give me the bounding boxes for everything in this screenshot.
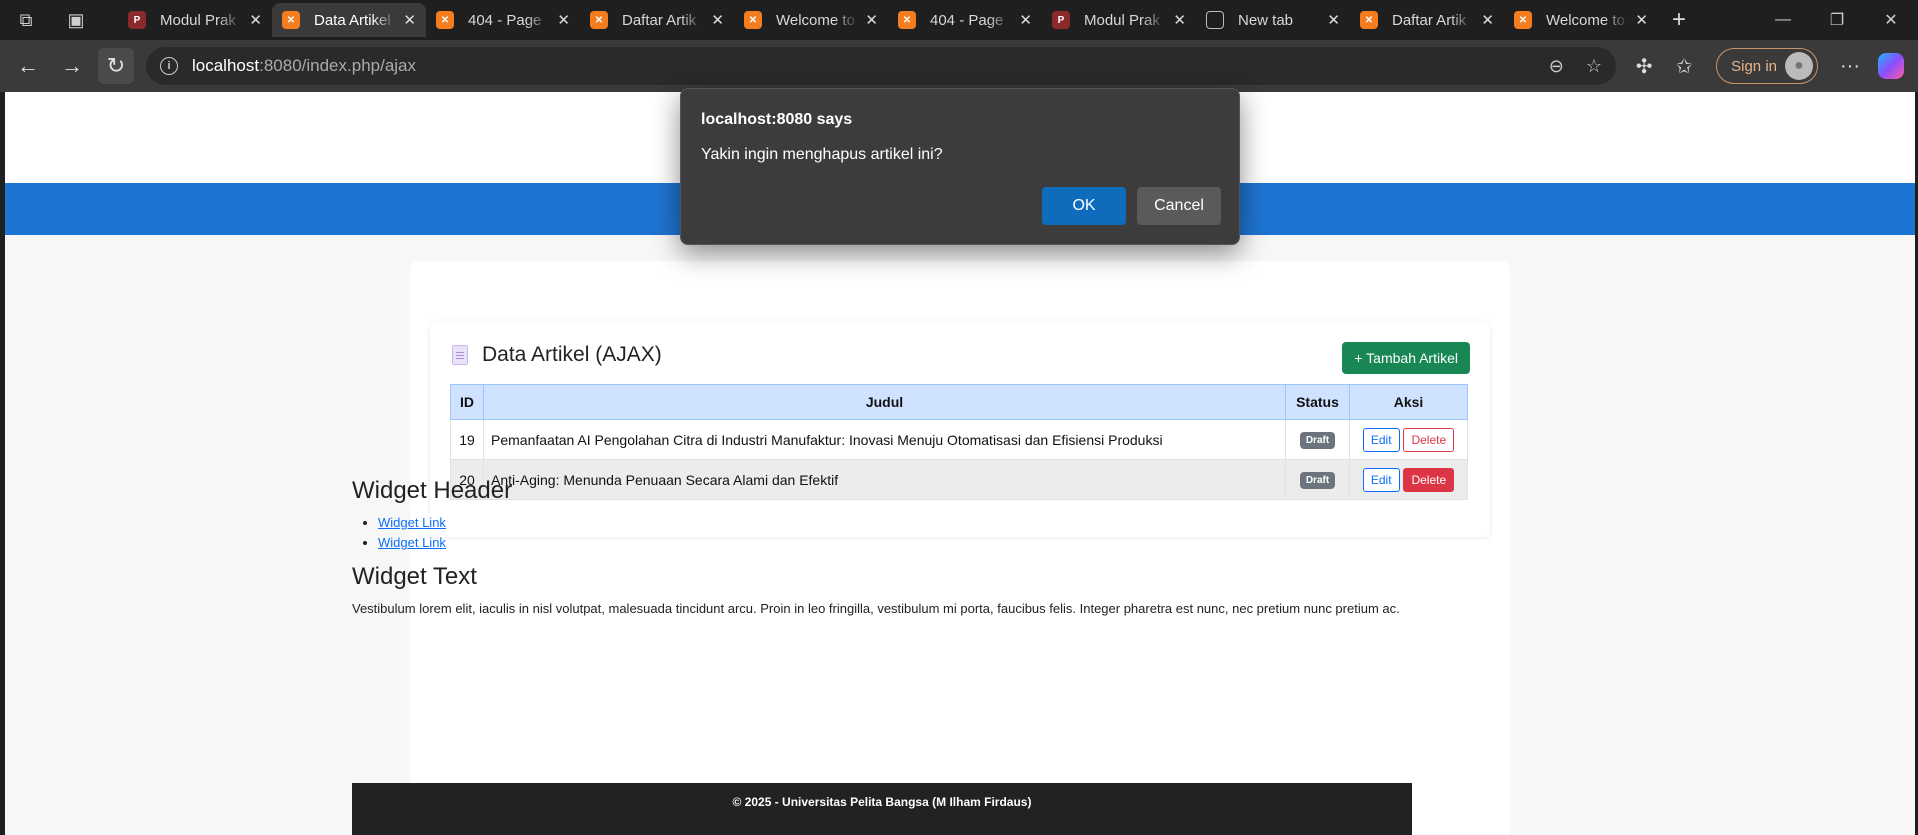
site-info-icon[interactable]: i xyxy=(160,57,178,75)
close-tab-icon[interactable]: ✕ xyxy=(711,11,724,29)
cell-id: 19 xyxy=(450,419,484,460)
widget-link-list: Widget Link Widget Link xyxy=(378,513,1412,553)
tab[interactable]: ✕ 404 - Page ✕ xyxy=(426,3,580,37)
add-article-button[interactable]: + Tambah Artikel xyxy=(1342,342,1470,374)
window-controls: — ❐ ✕ xyxy=(1756,0,1918,40)
status-badge: Draft xyxy=(1299,432,1336,449)
url-host: localhost xyxy=(192,56,260,75)
widget-link[interactable]: Widget Link xyxy=(378,535,446,550)
list-item: Widget Link xyxy=(378,513,1412,533)
close-tab-icon[interactable]: ✕ xyxy=(1327,11,1340,29)
col-id: ID xyxy=(450,384,484,420)
table-row: 19 Pemanfaatan AI Pengolahan Citra di In… xyxy=(450,419,1468,460)
close-tab-icon[interactable]: ✕ xyxy=(403,11,416,29)
col-aksi: Aksi xyxy=(1349,384,1468,420)
avatar-icon: ● xyxy=(1785,52,1813,80)
favorite-star-icon[interactable]: ☆ xyxy=(1586,56,1602,77)
close-tab-icon[interactable]: ✕ xyxy=(249,11,262,29)
xampp-icon: ✕ xyxy=(282,11,300,29)
tab[interactable]: ✕ 404 - Page ✕ xyxy=(888,3,1042,37)
reload-icon[interactable]: ↻ xyxy=(98,48,134,84)
widget-text-title: Widget Text xyxy=(352,563,477,590)
widget-text-body: Vestibulum lorem elit, iaculis in nisl v… xyxy=(352,601,1400,616)
navigation-bar: ← → ↻ i localhost:8080/index.php/ajax ⊖ … xyxy=(0,40,1918,92)
xampp-icon: ✕ xyxy=(898,11,916,29)
edit-button[interactable]: Edit xyxy=(1362,427,1400,452)
widget-header-title: Widget Header xyxy=(352,477,513,504)
more-options-icon[interactable]: ··· xyxy=(1830,55,1870,78)
xampp-icon: ✕ xyxy=(744,11,762,29)
back-icon[interactable]: ← xyxy=(10,48,46,84)
xampp-icon: ✕ xyxy=(590,11,608,29)
tab[interactable]: ✕ Welcome to ✕ xyxy=(734,3,888,37)
col-judul: Judul xyxy=(483,384,1286,420)
vertical-tabs-icon[interactable]: ▣ xyxy=(58,2,94,38)
list-item: Widget Link xyxy=(378,533,1412,553)
url-path: :8080/index.php/ajax xyxy=(259,56,417,75)
favorites-icon[interactable]: ✩ xyxy=(1664,54,1704,79)
delete-button[interactable]: Delete xyxy=(1403,427,1455,452)
col-status: Status xyxy=(1285,384,1350,420)
new-tab-icon[interactable]: + xyxy=(1672,6,1686,34)
newtab-icon xyxy=(1206,11,1224,29)
cell-aksi: Edit Delete xyxy=(1349,419,1468,460)
close-tab-icon[interactable]: ✕ xyxy=(1635,11,1648,29)
tab-strip: P Modul Prak ✕ ✕ Data Artikel ✕ ✕ 404 - Page ✕… xyxy=(118,0,1686,40)
pdf-icon: P xyxy=(128,11,146,29)
tab[interactable]: ✕ Welcome to ✕ xyxy=(1504,3,1658,37)
site-footer: © 2025 - Universitas Pelita Bangsa (M Il… xyxy=(352,783,1412,835)
tab[interactable]: New tab ✕ xyxy=(1196,3,1350,37)
widget-area: Widget Header Widget Link Widget Link Wi… xyxy=(352,477,1412,619)
ok-button[interactable]: OK xyxy=(1042,187,1126,225)
dialog-title: localhost:8080 says xyxy=(701,111,853,128)
confirm-dialog: localhost:8080 says Yakin ingin menghapu… xyxy=(680,88,1240,245)
close-tab-icon[interactable]: ✕ xyxy=(557,11,570,29)
document-icon xyxy=(452,345,468,365)
tab[interactable]: ✕ Daftar Artik ✕ xyxy=(1350,3,1504,37)
pdf-icon: P xyxy=(1052,11,1070,29)
restore-icon[interactable]: ❐ xyxy=(1810,0,1864,40)
close-window-icon[interactable]: ✕ xyxy=(1864,0,1918,40)
cancel-button[interactable]: Cancel xyxy=(1137,187,1221,225)
xampp-icon: ✕ xyxy=(1514,11,1532,29)
address-bar[interactable]: i localhost:8080/index.php/ajax ⊖ ☆ xyxy=(146,47,1616,85)
tab[interactable]: ✕ Daftar Artik ✕ xyxy=(580,3,734,37)
widget-link[interactable]: Widget Link xyxy=(378,515,446,530)
tab-bar: ⧉ ▣ P Modul Prak ✕ ✕ Data Artikel ✕ ✕ 404 - P… xyxy=(0,0,1918,40)
sign-in-button[interactable]: Sign in ● xyxy=(1716,48,1818,84)
minimize-icon[interactable]: — xyxy=(1756,0,1810,40)
cell-judul: Pemanfaatan AI Pengolahan Citra di Indus… xyxy=(483,419,1286,460)
xampp-icon: ✕ xyxy=(436,11,454,29)
close-tab-icon[interactable]: ✕ xyxy=(1481,11,1494,29)
extensions-icon[interactable]: ✣ xyxy=(1624,54,1664,79)
forward-icon[interactable]: → xyxy=(54,48,90,84)
dialog-message: Yakin ingin menghapus artikel ini? xyxy=(701,146,943,163)
close-tab-icon[interactable]: ✕ xyxy=(1173,11,1186,29)
close-tab-icon[interactable]: ✕ xyxy=(1019,11,1032,29)
cell-status: Draft xyxy=(1285,419,1350,460)
card-title: Data Artikel (AJAX) xyxy=(452,343,662,367)
tab-active[interactable]: ✕ Data Artikel ✕ xyxy=(272,3,426,37)
tab[interactable]: P Modul Prak ✕ xyxy=(1042,3,1196,37)
tab[interactable]: P Modul Prak ✕ xyxy=(118,3,272,37)
toolbar-right: ✣ ✩ Sign in ● ··· xyxy=(1624,40,1918,92)
xampp-icon: ✕ xyxy=(1360,11,1378,29)
workspaces-icon[interactable]: ⧉ xyxy=(8,2,44,38)
zoom-icon[interactable]: ⊖ xyxy=(1549,56,1564,77)
copilot-icon[interactable] xyxy=(1878,53,1904,79)
close-tab-icon[interactable]: ✕ xyxy=(865,11,878,29)
